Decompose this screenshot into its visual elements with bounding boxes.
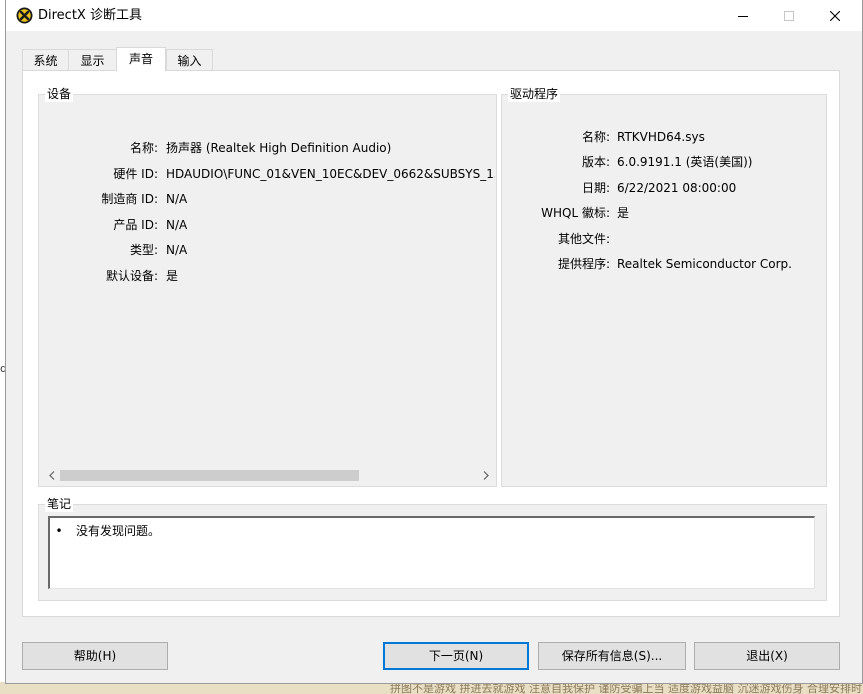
device-default-label: 默认设备: bbox=[105, 269, 158, 283]
driver-group: 驱动程序 名称: RTKVHD64.sys 版本: 6.0.9191.1 (英语… bbox=[501, 86, 827, 487]
tab-display[interactable]: 显示 bbox=[68, 49, 117, 71]
device-info-scroll-area[interactable]: 名称: 扬声器 (Realtek High Definition Audio) … bbox=[43, 103, 495, 463]
driver-provider-label: 提供程序: bbox=[557, 257, 610, 271]
maximize-button[interactable] bbox=[766, 0, 812, 31]
device-hardware-id-value: HDAUDIO\FUNC_01&VEN_10EC&DEV_0662&SUBSYS… bbox=[166, 167, 495, 181]
exit-button[interactable]: 退出(X) bbox=[694, 642, 840, 670]
device-manufacturer-id-label: 制造商 ID: bbox=[101, 192, 158, 206]
driver-other-files-row: 其他文件: bbox=[502, 230, 826, 248]
help-button[interactable]: 帮助(H) bbox=[22, 642, 168, 670]
save-all-info-button[interactable]: 保存所有信息(S)... bbox=[538, 642, 686, 670]
driver-whql-row: WHQL 徽标: 是 bbox=[502, 204, 826, 222]
driver-whql-value: 是 bbox=[617, 206, 630, 220]
driver-name-row: 名称: RTKVHD64.sys bbox=[502, 128, 826, 146]
driver-date-label: 日期: bbox=[581, 181, 610, 195]
device-name-value: 扬声器 (Realtek High Definition Audio) bbox=[166, 141, 392, 155]
close-button[interactable] bbox=[812, 0, 858, 31]
driver-version-label: 版本: bbox=[581, 155, 610, 169]
maximize-icon bbox=[784, 10, 794, 21]
minimize-button[interactable] bbox=[720, 0, 766, 31]
minimize-icon bbox=[738, 15, 748, 17]
device-hardware-id-row: 硬件 ID: HDAUDIO\FUNC_01&VEN_10EC&DEV_0662… bbox=[43, 165, 495, 183]
tab-input[interactable]: 输入 bbox=[166, 49, 213, 71]
directx-icon bbox=[16, 7, 33, 24]
dxdiag-window: DirectX 诊断工具 系统 显示 声音 输入 设备 名称: 扬声器 (Rea… bbox=[5, 0, 863, 684]
device-horizontal-scrollbar[interactable] bbox=[43, 467, 494, 484]
close-icon bbox=[830, 10, 840, 21]
tab-label: 声音 bbox=[128, 52, 153, 66]
device-type-value: N/A bbox=[166, 243, 188, 257]
device-group-title: 设备 bbox=[45, 86, 74, 102]
scroll-thumb[interactable] bbox=[60, 470, 359, 481]
notes-text-box[interactable]: • 没有发现问题。 bbox=[48, 516, 815, 589]
driver-whql-label: WHQL 徽标: bbox=[541, 206, 610, 220]
device-default-row: 默认设备: 是 bbox=[43, 267, 493, 285]
driver-name-value: RTKVHD64.sys bbox=[617, 130, 705, 144]
window-title: DirectX 诊断工具 bbox=[38, 8, 142, 23]
notes-group-title: 笔记 bbox=[45, 496, 74, 512]
driver-other-files-label: 其他文件: bbox=[557, 232, 610, 246]
chevron-left-icon bbox=[48, 471, 54, 480]
tab-strip: 系统 显示 声音 输入 bbox=[22, 47, 422, 72]
driver-provider-value: Realtek Semiconductor Corp. bbox=[617, 257, 792, 271]
device-type-label: 类型: bbox=[129, 243, 158, 257]
tab-label: 显示 bbox=[80, 54, 105, 68]
title-bar[interactable]: DirectX 诊断工具 bbox=[6, 0, 862, 31]
scroll-right-button[interactable] bbox=[477, 467, 494, 484]
driver-version-value: 6.0.9191.1 (英语(美国)) bbox=[617, 155, 753, 169]
device-manufacturer-id-value: N/A bbox=[166, 192, 188, 206]
note-text: 没有发现问题。 bbox=[76, 524, 161, 538]
driver-date-value: 6/22/2021 08:00:00 bbox=[617, 181, 737, 195]
tab-system[interactable]: 系统 bbox=[22, 49, 69, 71]
tab-sound[interactable]: 声音 bbox=[116, 47, 166, 72]
next-page-button[interactable]: 下一页(N) bbox=[383, 642, 529, 670]
device-product-id-label: 产品 ID: bbox=[113, 218, 158, 232]
device-product-id-row: 产品 ID: N/A bbox=[43, 216, 493, 234]
device-hardware-id-label: 硬件 ID: bbox=[113, 167, 158, 181]
tab-label: 输入 bbox=[177, 54, 202, 68]
driver-version-row: 版本: 6.0.9191.1 (英语(美国)) bbox=[502, 153, 826, 171]
device-type-row: 类型: N/A bbox=[43, 241, 493, 259]
chevron-right-icon bbox=[483, 471, 489, 480]
device-name-row: 名称: 扬声器 (Realtek High Definition Audio) bbox=[43, 139, 493, 157]
driver-date-row: 日期: 6/22/2021 08:00:00 bbox=[502, 179, 826, 197]
scroll-left-button[interactable] bbox=[43, 467, 60, 484]
driver-group-title: 驱动程序 bbox=[508, 86, 561, 102]
device-manufacturer-id-row: 制造商 ID: N/A bbox=[43, 190, 493, 208]
device-default-value: 是 bbox=[166, 269, 179, 283]
device-product-id-value: N/A bbox=[166, 218, 188, 232]
tab-label: 系统 bbox=[33, 54, 58, 68]
driver-name-label: 名称: bbox=[581, 130, 610, 144]
device-name-label: 名称: bbox=[129, 141, 158, 155]
note-bullet: • bbox=[55, 524, 63, 538]
driver-provider-row: 提供程序: Realtek Semiconductor Corp. bbox=[502, 255, 826, 273]
